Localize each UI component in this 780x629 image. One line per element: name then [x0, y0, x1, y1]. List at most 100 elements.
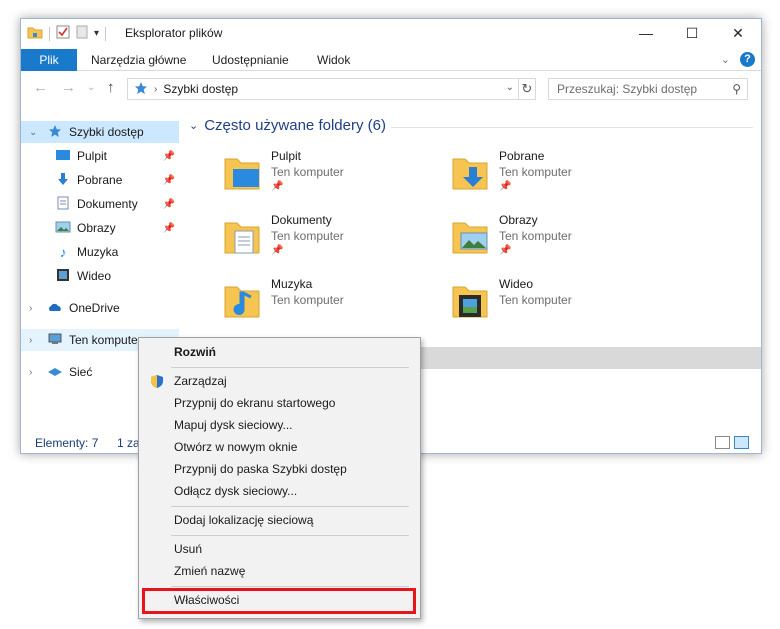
pin-icon: 📌 [271, 181, 284, 192]
document-icon [55, 196, 71, 213]
menu-item-map-drive[interactable]: Mapuj dysk sieciowy... [141, 415, 418, 436]
menu-item-rename[interactable]: Zmień nazwę [141, 561, 418, 582]
sidebar-item-label: Dokumenty [77, 197, 138, 211]
sidebar-item-label: Wideo [77, 269, 112, 283]
refresh-button[interactable]: ↻ [518, 78, 536, 100]
sidebar-item-videos[interactable]: Wideo [21, 265, 179, 287]
network-icon [47, 365, 63, 380]
tab-share[interactable]: Udostępnianie [212, 49, 289, 71]
search-icon: ⚲ [732, 82, 741, 96]
pin-icon: 📌 [271, 245, 284, 256]
folder-name: Wideo [499, 277, 534, 291]
menu-item-open-new-window[interactable]: Otwórz w nowym oknie [141, 437, 418, 458]
pin-icon[interactable]: 📌 [163, 175, 175, 186]
large-icons-view-icon[interactable] [734, 436, 749, 449]
expand-ribbon-icon[interactable]: ⌄ [721, 53, 730, 66]
help-icon[interactable]: ? [740, 52, 755, 67]
cloud-icon [47, 301, 63, 315]
menu-item-disconnect-drive[interactable]: Odłącz dysk sieciowy... [141, 481, 418, 502]
group-title: Często używane foldery (6) [204, 117, 386, 134]
folder-tile-documents[interactable]: Dokumenty Ten komputer 📌 [221, 209, 431, 265]
maximize-button[interactable]: ☐ [669, 19, 715, 47]
expanded-chevron-icon[interactable]: ⌄ [29, 127, 41, 138]
menu-separator [171, 506, 409, 507]
pin-icon[interactable]: 📌 [163, 199, 175, 210]
collapsed-chevron-icon[interactable]: › [29, 303, 41, 314]
ribbon-right-controls: ⌄ ? [721, 52, 755, 67]
quick-access-toolbar: ▾ [27, 25, 107, 42]
customize-toolbar-icon[interactable]: ▾ [94, 28, 99, 39]
menu-item-delete[interactable]: Usuń [141, 539, 418, 560]
tab-home[interactable]: Narzędzia główne [91, 49, 186, 71]
maximize-icon: ☐ [685, 24, 699, 41]
address-dropdown-icon[interactable]: ⌄ [506, 82, 514, 93]
pictures-folder-icon [452, 222, 488, 254]
navigation-bar: ← → ⌄ ↑ › Szybki dostęp ⌄ ↻ Przeszukaj: … [21, 76, 761, 102]
folder-name: Muzyka [271, 277, 313, 291]
sidebar-item-label: Muzyka [77, 245, 119, 259]
folder-tile-pictures[interactable]: Obrazy Ten komputer 📌 [449, 209, 659, 265]
details-view-icon[interactable] [715, 436, 730, 449]
menu-item-pin-quick-access[interactable]: Przypnij do paska Szybki dostęp [141, 459, 418, 480]
download-icon [55, 172, 71, 189]
tab-file[interactable]: Plik [21, 49, 77, 71]
view-switcher [715, 436, 749, 449]
folder-location: Ten komputer [271, 293, 344, 307]
desktop-icon [55, 149, 71, 164]
folder-location: Ten komputer [271, 165, 344, 179]
menu-item-pin-start[interactable]: Przypnij do ekranu startowego [141, 393, 418, 414]
folder-name: Pulpit [271, 149, 302, 163]
sidebar-item-onedrive[interactable]: › OneDrive [21, 297, 179, 319]
folder-tile-downloads[interactable]: Pobrane Ten komputer 📌 [449, 145, 659, 201]
folder-tile-music[interactable]: Muzyka Ten komputer [221, 273, 431, 329]
music-folder-icon [224, 286, 260, 318]
folder-tile-desktop[interactable]: Pulpit Ten komputer 📌 [221, 145, 431, 201]
group-header[interactable]: ⌄ Często używane foldery (6) [189, 117, 386, 134]
star-icon [134, 81, 148, 98]
properties-icon[interactable] [56, 25, 70, 42]
sidebar-item-music[interactable]: ♪ Muzyka [21, 241, 179, 263]
sidebar-item-downloads[interactable]: Pobrane 📌 [21, 169, 179, 191]
folder-app-icon [27, 25, 43, 42]
minimize-button[interactable]: — [623, 19, 669, 47]
tab-view[interactable]: Widok [317, 49, 350, 71]
menu-item-add-network-location[interactable]: Dodaj lokalizację sieciową [141, 510, 418, 531]
sidebar-item-label: OneDrive [69, 301, 120, 315]
toolbar-separator [105, 26, 107, 41]
menu-item-manage[interactable]: Zarządzaj [141, 371, 418, 392]
breadcrumb[interactable]: Szybki dostęp [163, 82, 238, 96]
sidebar-item-label: Obrazy [77, 221, 116, 235]
sidebar-item-desktop[interactable]: Pulpit 📌 [21, 145, 179, 167]
menu-item-expand[interactable]: Rozwiń [141, 342, 418, 363]
sidebar-item-documents[interactable]: Dokumenty 📌 [21, 193, 179, 215]
close-button[interactable]: ✕ [715, 19, 761, 47]
sidebar-item-label: Ten komputer [69, 333, 142, 347]
sidebar-item-label: Pobrane [77, 173, 123, 187]
address-bar[interactable]: › Szybki dostęp ⌄ [127, 78, 519, 100]
pin-icon[interactable]: 📌 [163, 223, 175, 234]
selection-count: 1 za [117, 436, 140, 450]
item-count: Elementy: 7 [35, 436, 99, 450]
back-arrow-icon[interactable]: ← [33, 79, 48, 96]
menu-separator [171, 535, 409, 536]
folder-location: Ten komputer [271, 229, 344, 243]
folder-tile-videos[interactable]: Wideo Ten komputer [449, 273, 659, 329]
sidebar-item-quick-access[interactable]: ⌄ Szybki dostęp [21, 121, 179, 143]
up-arrow-icon[interactable]: ↑ [107, 79, 115, 96]
collapsed-chevron-icon[interactable]: › [29, 367, 41, 378]
collapsed-chevron-icon[interactable]: › [29, 335, 41, 346]
shield-icon [151, 375, 163, 388]
search-input[interactable]: Przeszukaj: Szybki dostęp ⚲ [548, 78, 748, 100]
documents-folder-icon [224, 222, 260, 254]
pin-icon[interactable]: 📌 [163, 151, 175, 162]
video-folder-icon [452, 286, 488, 318]
folder-location: Ten komputer [499, 165, 572, 179]
menu-separator [171, 586, 409, 587]
recent-locations-icon[interactable]: ⌄ [87, 82, 95, 93]
computer-icon [47, 333, 63, 348]
forward-arrow-icon[interactable]: → [61, 79, 76, 96]
pin-icon: 📌 [499, 245, 512, 256]
new-folder-icon[interactable] [76, 25, 88, 42]
sidebar-item-label: Pulpit [77, 149, 108, 163]
sidebar-item-pictures[interactable]: Obrazy 📌 [21, 217, 179, 239]
